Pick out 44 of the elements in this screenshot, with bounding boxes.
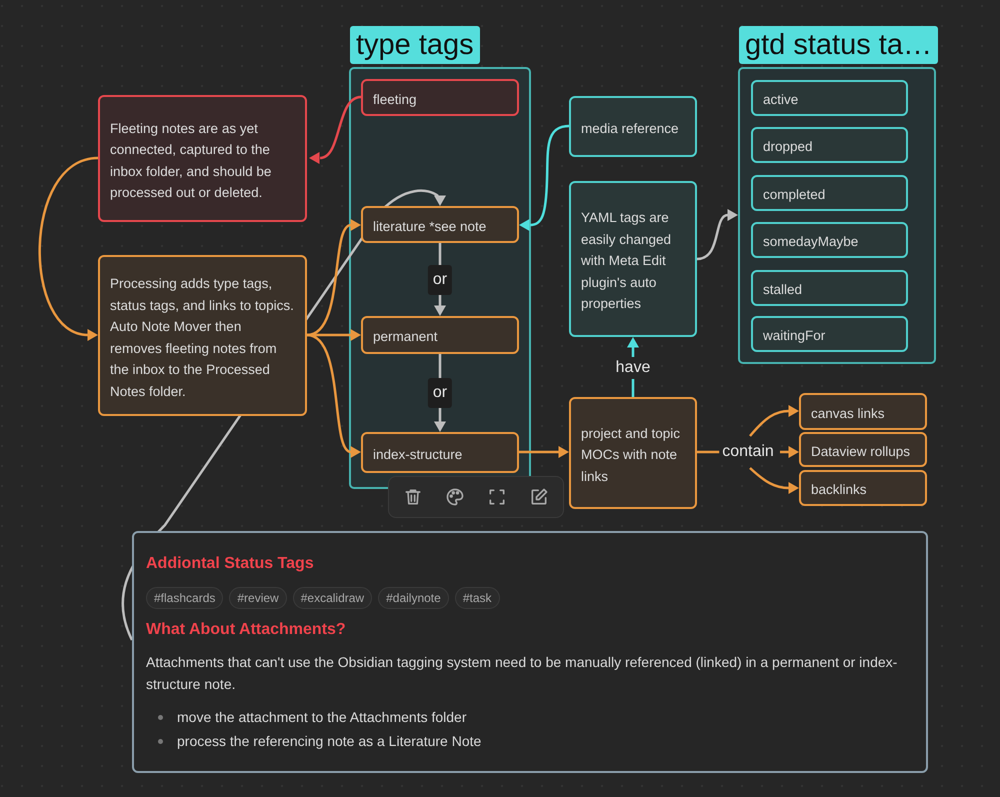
- group-label[interactable]: gtd status ta…: [739, 26, 938, 64]
- list-item: process the referencing note as a Literature Note: [177, 733, 482, 749]
- edge-label: or: [428, 265, 452, 295]
- connector-arrow: [519, 446, 569, 458]
- bullet-icon: [158, 714, 163, 720]
- tag-pill[interactable]: #excalidraw: [292, 587, 372, 609]
- connector-arrow: [780, 446, 799, 458]
- note-heading: Addiontal Status Tags: [146, 555, 315, 573]
- group-label[interactable]: type tags: [350, 26, 480, 64]
- canvas-card[interactable]: dropped: [751, 127, 908, 163]
- tag-pill[interactable]: #task: [454, 587, 500, 609]
- tag-pill[interactable]: #review: [229, 587, 287, 609]
- canvas-card[interactable]: Processing adds type tags, status tags, and links to topics. Auto Note Mover then removes fleeting notes from the inbox to the Processed Notes folder.: [98, 255, 307, 416]
- canvas-card[interactable]: permanent: [361, 316, 519, 354]
- canvas-card[interactable]: index-structure: [361, 432, 519, 473]
- canvas-card[interactable]: fleeting: [361, 79, 519, 116]
- canvas-card[interactable]: Dataview rollups: [799, 432, 927, 467]
- canvas-card[interactable]: completed: [751, 175, 908, 211]
- canvas-card[interactable]: canvas links: [799, 393, 927, 430]
- tag-pill[interactable]: #flashcards: [146, 587, 224, 609]
- canvas-card[interactable]: backlinks: [799, 470, 927, 506]
- canvas-card[interactable]: Fleeting notes are as yet connected, captured to the inbox folder, and should be processed out or deleted.: [98, 95, 307, 222]
- canvas-card[interactable]: stalled: [751, 270, 908, 306]
- canvas-card[interactable]: media reference: [569, 96, 697, 157]
- delete-icon: [403, 487, 423, 507]
- canvas-card[interactable]: somedayMaybe: [751, 222, 908, 258]
- edit-icon: [529, 487, 549, 507]
- connector-arrow: [749, 467, 799, 494]
- bullet-icon: [158, 738, 163, 744]
- edge-label: or: [428, 378, 452, 408]
- canvas-card[interactable]: YAML tags are easily changed with Meta Edit plugin's auto properties: [569, 181, 697, 337]
- connector-arrow: [696, 209, 738, 260]
- canvas-card[interactable]: project and topic MOCs with note links: [569, 397, 697, 509]
- canvas-card[interactable]: waitingFor: [751, 316, 908, 352]
- fullscreen-icon: [487, 487, 507, 507]
- note-heading: What About Attachments?: [146, 621, 347, 639]
- note-paragraph: Attachments that can't use the Obsidian tagging system need to be manually referenced (linked) in a permanent or index-structure note.: [146, 653, 898, 694]
- connector-arrow: [309, 96, 362, 164]
- canvas-card[interactable]: active: [751, 80, 908, 116]
- palette-icon: [445, 487, 465, 507]
- tag-pill[interactable]: #dailynote: [378, 587, 449, 609]
- list-item: move the attachment to the Attachments folder: [177, 709, 466, 725]
- connector-arrow: [749, 405, 799, 437]
- canvas-card[interactable]: literature *see note: [361, 206, 519, 243]
